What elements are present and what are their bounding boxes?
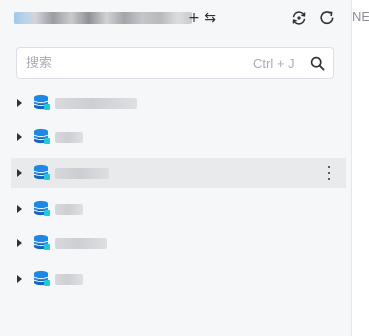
caret-right-icon[interactable]	[17, 99, 22, 107]
caret-right-icon[interactable]	[17, 205, 22, 213]
database-icon	[33, 94, 50, 110]
tree-item-label-redacted	[55, 238, 107, 249]
caret-right-icon[interactable]	[17, 239, 22, 247]
search-input[interactable]	[26, 53, 250, 73]
refresh-icon	[320, 11, 334, 25]
search-icon	[310, 56, 324, 70]
tree-item-database-2[interactable]	[11, 122, 346, 152]
database-icon	[33, 234, 50, 250]
search-button[interactable]	[308, 54, 326, 72]
tree-item-label-redacted	[55, 132, 83, 143]
tree-item-database-6[interactable]	[11, 264, 346, 294]
connection-name[interactable]	[14, 10, 192, 26]
refresh-cycle-icon	[292, 11, 306, 25]
tree-item-label-redacted	[55, 274, 83, 285]
editor-tab-label[interactable]: NE	[352, 6, 369, 28]
caret-right-icon[interactable]	[17, 133, 22, 141]
database-icon	[33, 128, 50, 144]
editor-area: NE	[352, 0, 369, 336]
database-icon	[33, 164, 50, 180]
tree-item-database-3[interactable]	[11, 158, 346, 188]
more-vertical-icon[interactable]	[326, 166, 332, 180]
caret-right-icon[interactable]	[17, 275, 22, 283]
database-navigator-panel: + ⇆ Ctrl + J	[0, 0, 351, 336]
tree-item-database-1[interactable]	[11, 88, 346, 118]
refresh-cycle-button[interactable]	[288, 7, 310, 29]
tree-item-database-4[interactable]	[11, 194, 346, 224]
caret-right-icon[interactable]	[17, 169, 22, 177]
tree-item-label-redacted	[55, 204, 83, 215]
tree-item-label-redacted	[55, 168, 109, 179]
database-icon	[33, 200, 50, 216]
connection-name-redacted	[14, 12, 192, 24]
panel-header: + ⇆	[0, 0, 351, 36]
refresh-button[interactable]	[316, 7, 338, 29]
tree-item-database-5[interactable]	[11, 228, 346, 258]
search-shortcut-hint: Ctrl + J	[253, 56, 295, 71]
search-box: Ctrl + J	[16, 47, 334, 79]
database-icon	[33, 270, 50, 286]
switch-connection-icon[interactable]: + ⇆	[186, 8, 216, 28]
tree-item-label-redacted	[55, 98, 137, 109]
